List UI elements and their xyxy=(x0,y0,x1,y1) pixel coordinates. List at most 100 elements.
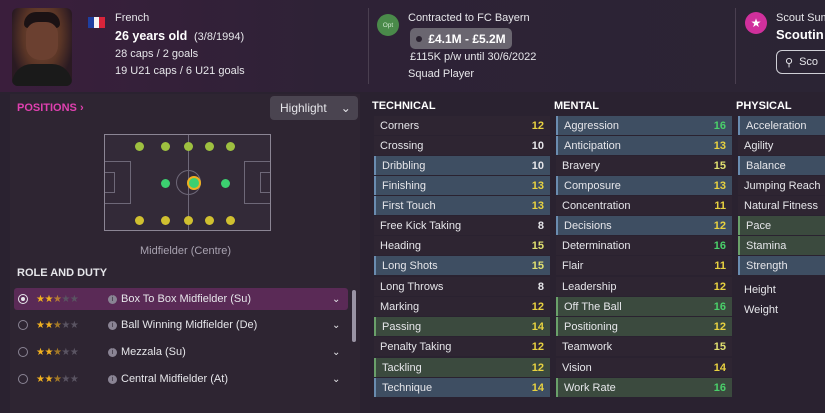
info-icon[interactable]: i xyxy=(108,374,117,384)
attr-row[interactable]: Marking 12 xyxy=(374,297,550,316)
attr-row[interactable]: Pace xyxy=(738,216,825,235)
role-name: Ball Winning Midfielder (De) xyxy=(121,319,258,331)
position-dot[interactable] xyxy=(161,179,170,188)
attr-row[interactable]: Crossing 10 xyxy=(374,136,550,155)
header-divider-2 xyxy=(735,8,736,84)
attr-row[interactable]: Teamwork 15 xyxy=(556,337,732,356)
attr-row[interactable]: Penalty Taking 12 xyxy=(374,337,550,356)
attr-row[interactable]: Finishing 13 xyxy=(374,176,550,195)
position-dot[interactable] xyxy=(184,216,193,225)
role-stars: ★★★★★ xyxy=(36,319,79,331)
attr-row[interactable]: Composure 13 xyxy=(556,176,732,195)
chevron-down-icon[interactable]: ⌄ xyxy=(332,320,348,331)
radio-button[interactable] xyxy=(18,374,28,384)
attr-row[interactable]: Acceleration xyxy=(738,116,825,135)
attr-row[interactable]: Vision 14 xyxy=(556,358,732,377)
chevron-down-icon[interactable]: ⌄ xyxy=(332,294,348,305)
attr-row[interactable]: Off The Ball 16 xyxy=(556,297,732,316)
attr-row[interactable]: Bravery 15 xyxy=(556,156,732,175)
position-dot[interactable] xyxy=(135,142,144,151)
wage-info: £115K p/w until 30/6/2022 xyxy=(410,51,537,63)
attr-row[interactable]: Anticipation 13 xyxy=(556,136,732,155)
positions-link[interactable]: POSITIONS › xyxy=(17,102,84,114)
radio-button[interactable] xyxy=(18,347,28,357)
position-dot[interactable] xyxy=(161,216,170,225)
position-dot[interactable] xyxy=(135,216,144,225)
roles-scrollbar[interactable] xyxy=(352,290,356,342)
radio-button[interactable] xyxy=(18,294,28,304)
attr-row[interactable]: Passing 14 xyxy=(374,317,550,336)
player-dob: (3/8/1994) xyxy=(194,31,245,43)
attr-row[interactable]: Determination 16 xyxy=(556,236,732,255)
info-icon[interactable]: i xyxy=(108,320,117,330)
attr-row[interactable]: Concentration 11 xyxy=(556,196,732,215)
attr-row[interactable]: Natural Fitness xyxy=(738,196,825,215)
highlight-dropdown[interactable]: Highlight ⌄ xyxy=(270,96,358,120)
attr-row[interactable]: Free Kick Taking 8 xyxy=(374,216,550,235)
role-name: Central Midfielder (At) xyxy=(121,373,228,385)
chevron-down-icon[interactable]: ⌄ xyxy=(332,374,348,385)
scouting-title: Scoutin xyxy=(776,27,824,42)
attr-row[interactable]: Agility xyxy=(738,136,825,155)
attr-row[interactable]: Strength xyxy=(738,256,825,275)
attr-row[interactable]: Flair 11 xyxy=(556,256,732,275)
search-icon: ⚲ xyxy=(785,56,794,69)
value-range-text: £4.1M - £5.2M xyxy=(428,31,506,46)
attr-row[interactable]: Long Shots 15 xyxy=(374,256,550,275)
attr-row[interactable]: Positioning 12 xyxy=(556,317,732,336)
value-range[interactable]: £4.1M - £5.2M xyxy=(410,28,512,49)
value-dot-icon xyxy=(416,35,423,42)
attr-row[interactable]: Technique 14 xyxy=(374,378,550,397)
role-row[interactable]: ★★★★★ i Ball Winning Midfielder (De) ⌄ xyxy=(14,314,348,336)
role-duty-title: ROLE AND DUTY xyxy=(17,267,108,279)
attr-row[interactable]: Stamina xyxy=(738,236,825,255)
attr-row[interactable]: Decisions 12 xyxy=(556,216,732,235)
attr-row[interactable]: Leadership 12 xyxy=(556,277,732,296)
technical-title: TECHNICAL xyxy=(372,100,436,112)
position-dot[interactable] xyxy=(205,142,214,151)
attr-row[interactable]: Jumping Reach xyxy=(738,176,825,195)
player-avatar xyxy=(12,8,72,86)
attr-row[interactable]: Work Rate 16 xyxy=(556,378,732,397)
mental-title: MENTAL xyxy=(554,100,600,112)
position-dot[interactable] xyxy=(161,142,170,151)
attr-row[interactable]: Long Throws 8 xyxy=(374,277,550,296)
attr-row[interactable]: Aggression 16 xyxy=(556,116,732,135)
scout-button-label: Sco xyxy=(799,56,819,68)
radio-button[interactable] xyxy=(18,320,28,330)
role-row[interactable]: ★★★★★ i Central Midfielder (At) ⌄ xyxy=(14,368,348,390)
role-stars: ★★★★★ xyxy=(36,373,79,385)
position-dot[interactable] xyxy=(205,216,214,225)
position-dot[interactable] xyxy=(226,216,235,225)
role-row[interactable]: ★★★★★ i Box To Box Midfielder (Su) ⌄ xyxy=(14,288,348,310)
info-icon[interactable]: i xyxy=(108,294,117,304)
attr-row[interactable]: Balance xyxy=(738,156,825,175)
attr-row[interactable]: Heading 15 xyxy=(374,236,550,255)
info-icon[interactable]: i xyxy=(108,347,117,357)
chevron-down-icon: ⌄ xyxy=(340,101,351,115)
position-dot[interactable] xyxy=(226,142,235,151)
star-icon: ★ xyxy=(745,12,767,34)
option-badge-icon: Opt xyxy=(377,14,399,36)
chevron-down-icon[interactable]: ⌄ xyxy=(332,347,348,358)
attr-row[interactable]: First Touch 13 xyxy=(374,196,550,215)
info-row: Height xyxy=(744,283,776,296)
position-dot[interactable] xyxy=(221,179,230,188)
attr-row[interactable]: Corners 12 xyxy=(374,116,550,135)
position-dot-selected[interactable] xyxy=(187,176,201,190)
highlight-label: Highlight xyxy=(280,101,327,115)
contract-status: Contracted to FC Bayern xyxy=(408,12,530,24)
attr-row[interactable]: Dribbling 10 xyxy=(374,156,550,175)
role-name: Box To Box Midfielder (Su) xyxy=(121,293,252,305)
player-header: French 26 years old (3/8/1994) 28 caps /… xyxy=(0,0,825,92)
role-stars: ★★★★★ xyxy=(36,293,79,305)
player-caps: 28 caps / 2 goals xyxy=(115,48,199,60)
position-dot[interactable] xyxy=(184,142,193,151)
scout-summary-label: Scout Sum xyxy=(776,12,825,24)
selected-position-name: Midfielder (Centre) xyxy=(140,245,232,257)
player-u21-caps: 19 U21 caps / 6 U21 goals xyxy=(115,65,245,77)
role-row[interactable]: ★★★★★ i Mezzala (Su) ⌄ xyxy=(14,341,348,363)
scout-button[interactable]: ⚲ Sco xyxy=(776,50,825,74)
attr-row[interactable]: Tackling 12 xyxy=(374,358,550,377)
physical-title: PHYSICAL xyxy=(736,100,792,112)
